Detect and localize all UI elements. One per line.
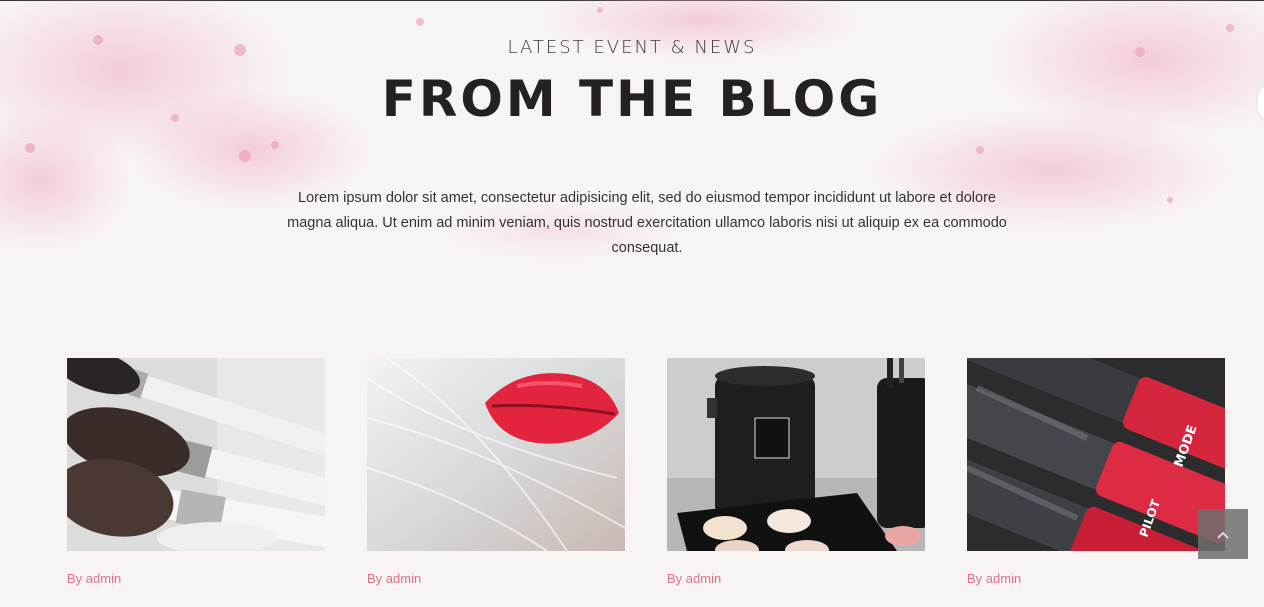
section-subtitle: LATEST EVENT & NEWS <box>507 37 757 58</box>
post-byline[interactable]: By admin <box>67 571 325 586</box>
nail-polish-image[interactable]: MODE PILOT <box>967 358 1225 551</box>
section-title: FROM THE BLOG <box>381 70 883 128</box>
makeup-brushes-image[interactable] <box>67 358 325 551</box>
blog-post-card[interactable]: By admin <box>667 358 925 586</box>
blog-post-card[interactable]: By admin <box>367 358 625 586</box>
scroll-to-top-button[interactable] <box>1198 509 1248 559</box>
post-byline[interactable]: By admin <box>367 571 625 586</box>
red-lips-image[interactable] <box>367 358 625 551</box>
brush-holder-palette-image[interactable] <box>667 358 925 551</box>
post-byline[interactable]: By admin <box>967 571 1225 586</box>
blog-post-card[interactable]: By admin <box>67 358 325 586</box>
section-description: Lorem ipsum dolor sit amet, consectetur … <box>287 190 1007 256</box>
blog-post-card[interactable]: MODE PILOT By admin <box>967 358 1225 586</box>
post-byline[interactable]: By admin <box>667 571 925 586</box>
chevron-up-icon <box>1216 525 1230 544</box>
